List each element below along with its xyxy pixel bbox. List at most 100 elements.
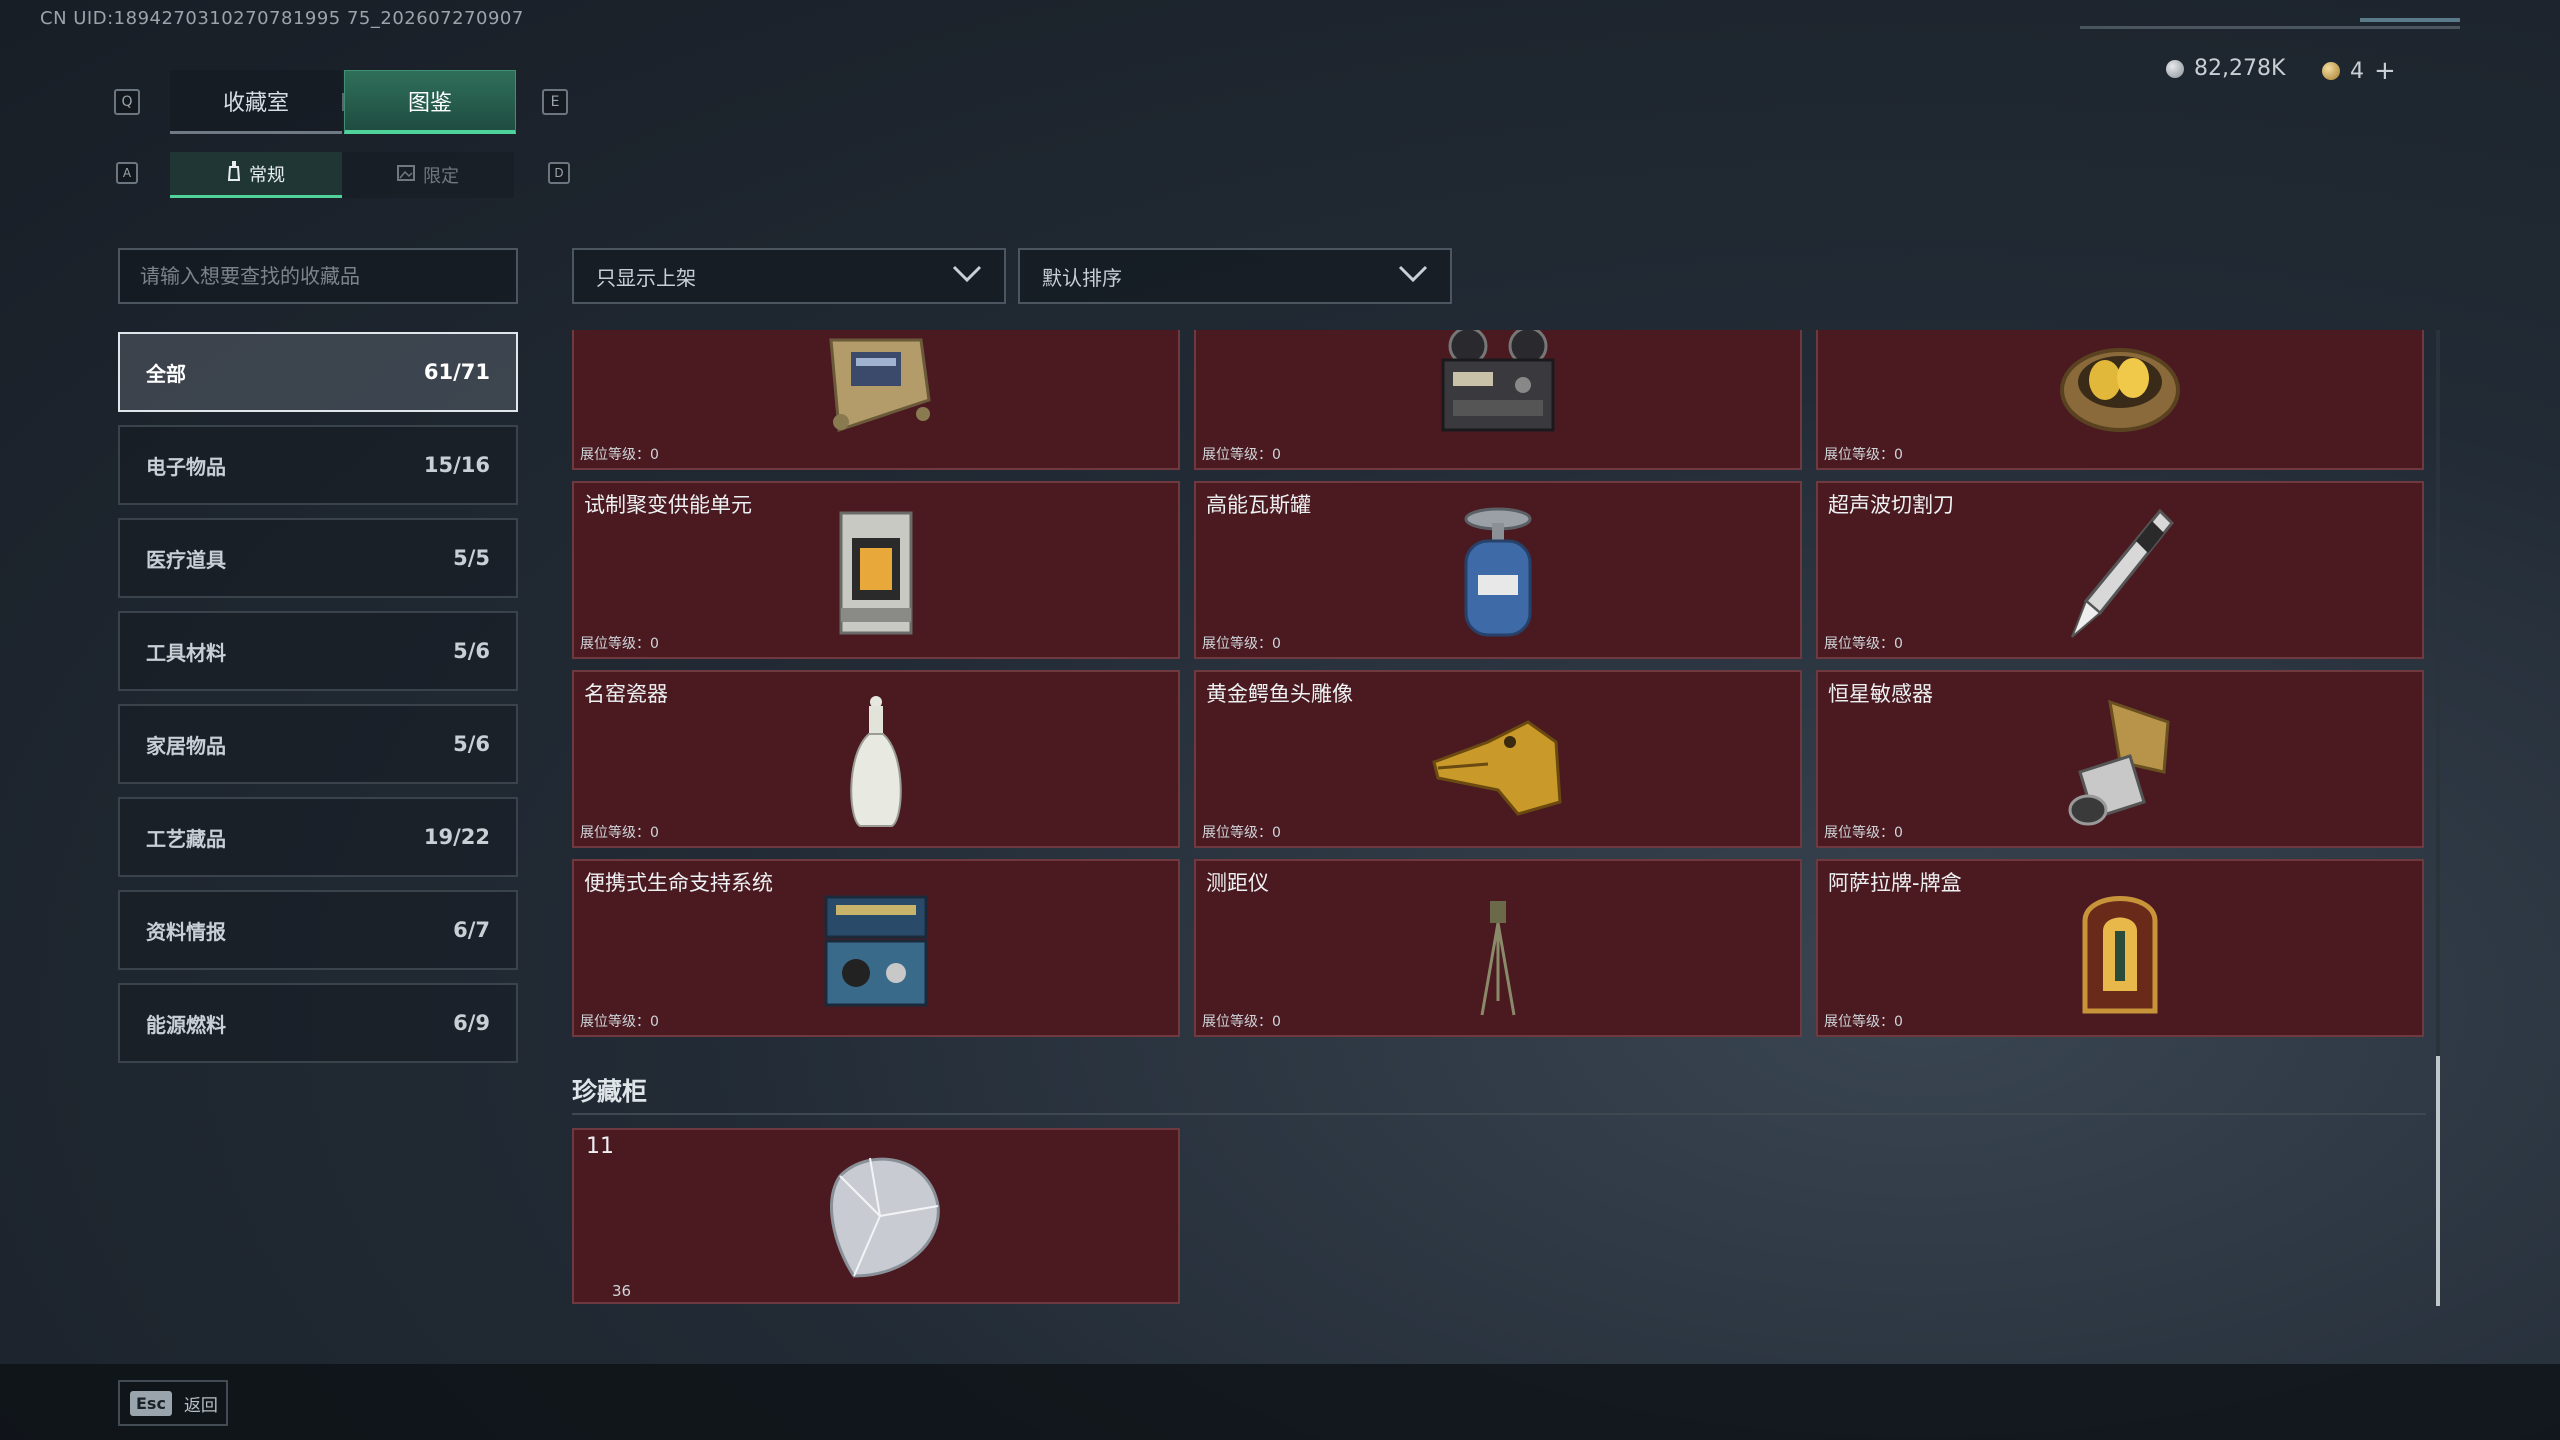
level-label: 展位等级：0 bbox=[1824, 1014, 1903, 1030]
scrollbar-thumb[interactable] bbox=[2436, 1056, 2440, 1306]
tab-collection-room[interactable]: 收藏室 bbox=[170, 70, 342, 134]
category-crafts[interactable]: 工艺藏品 19/22 bbox=[118, 797, 518, 877]
back-button[interactable]: Esc 返回 bbox=[118, 1380, 228, 1426]
category-tools[interactable]: 工具材料 5/6 bbox=[118, 611, 518, 691]
porcelain-vase-icon bbox=[850, 696, 902, 827]
category-label: 电子物品 bbox=[146, 454, 226, 479]
subtab-limited-label: 限定 bbox=[423, 166, 459, 187]
category-count: 6/7 bbox=[453, 918, 490, 942]
item-grid-area: 展位等级：0 展位等级：0 展位等级：0 试制聚变供能单元 展位等级：0 高能瓦… bbox=[572, 330, 2426, 1037]
category-count: 5/5 bbox=[453, 546, 490, 570]
item-card[interactable]: 测距仪 展位等级：0 bbox=[1194, 859, 1802, 1037]
category-count: 5/6 bbox=[453, 639, 490, 663]
image-icon bbox=[397, 164, 415, 186]
item-card[interactable]: 展位等级：0 bbox=[1194, 330, 1802, 470]
section-title-treasure: 珍藏柜 bbox=[572, 1077, 648, 1106]
item-name: 便携式生命支持系统 bbox=[584, 871, 773, 895]
item-card[interactable]: 试制聚变供能单元 展位等级：0 bbox=[572, 481, 1180, 659]
treasure-card[interactable]: 11 36 bbox=[572, 1128, 1180, 1304]
life-support-icon bbox=[824, 895, 928, 1007]
subtab-regular[interactable]: 常规 bbox=[170, 152, 342, 198]
category-intel[interactable]: 资料情报 6/7 bbox=[118, 890, 518, 970]
top-divider bbox=[2080, 26, 2460, 29]
item-name: 测距仪 bbox=[1206, 871, 1269, 895]
key-hint-a: A bbox=[116, 162, 138, 184]
esc-key: Esc bbox=[130, 1390, 172, 1416]
item-card[interactable]: 黄金鳄鱼头雕像 展位等级：0 bbox=[1194, 670, 1802, 848]
item-card[interactable]: 超声波切割刀 展位等级：0 bbox=[1816, 481, 2424, 659]
shelf-filter-value: 只显示上架 bbox=[596, 265, 696, 290]
bottle-icon bbox=[227, 161, 241, 186]
level-label: 展位等级：0 bbox=[1824, 825, 1903, 841]
category-count: 6/9 bbox=[453, 1011, 490, 1035]
rangefinder-icon bbox=[1480, 901, 1516, 1016]
category-count: 61/71 bbox=[423, 360, 490, 384]
sort-dropdown[interactable]: 默认排序 bbox=[1018, 248, 1452, 304]
item-grid: 展位等级：0 展位等级：0 展位等级：0 试制聚变供能单元 展位等级：0 高能瓦… bbox=[572, 330, 2426, 1037]
category-all[interactable]: 全部 61/71 bbox=[118, 332, 518, 412]
level-label: 展位等级：0 bbox=[580, 825, 659, 841]
item-name: 高能瓦斯罐 bbox=[1206, 493, 1311, 517]
gold-coin-icon bbox=[2322, 62, 2340, 80]
add-currency-button[interactable]: + bbox=[2374, 56, 2396, 86]
level-label: 展位等级：0 bbox=[1202, 447, 1281, 463]
item-name: 恒星敏感器 bbox=[1828, 682, 1933, 706]
item-card[interactable]: 阿萨拉牌-牌盒 展位等级：0 bbox=[1816, 859, 2424, 1037]
category-label: 工艺藏品 bbox=[146, 826, 226, 851]
level-label: 展位等级：0 bbox=[580, 636, 659, 652]
sub-tabs: 常规 限定 bbox=[170, 152, 514, 198]
subtab-limited[interactable]: 限定 bbox=[342, 152, 514, 198]
silver-amount: 82,278K bbox=[2194, 56, 2286, 81]
item-card[interactable]: 名窑瓷器 展位等级：0 bbox=[572, 670, 1180, 848]
category-household[interactable]: 家居物品 5/6 bbox=[118, 704, 518, 784]
category-label: 全部 bbox=[146, 361, 186, 386]
category-label: 家居物品 bbox=[146, 733, 226, 758]
main-tabs: 收藏室 图鉴 bbox=[170, 70, 516, 134]
item-name: 阿萨拉牌-牌盒 bbox=[1828, 871, 1962, 895]
fusion-unit-icon bbox=[839, 511, 913, 635]
category-label: 工具材料 bbox=[146, 640, 226, 665]
shelf-filter-dropdown[interactable]: 只显示上架 bbox=[572, 248, 1006, 304]
sort-value: 默认排序 bbox=[1042, 265, 1122, 290]
silver-coin-icon bbox=[2166, 59, 2184, 78]
tab-catalog[interactable]: 图鉴 bbox=[344, 70, 516, 134]
item-card[interactable]: 恒星敏感器 展位等级：0 bbox=[1816, 670, 2424, 848]
chevron-down-icon bbox=[1398, 264, 1428, 288]
chevron-down-icon bbox=[952, 264, 982, 288]
category-count: 15/16 bbox=[423, 453, 490, 477]
key-hint-d: D bbox=[548, 162, 570, 184]
item-name: 试制聚变供能单元 bbox=[584, 493, 752, 517]
reel-recorder-icon bbox=[1441, 330, 1555, 432]
uid-text: CN UID:1894270310270781995 75_2026072709… bbox=[40, 8, 524, 29]
level-label: 展位等级：0 bbox=[1824, 636, 1903, 652]
item-card[interactable]: 展位等级：0 bbox=[1816, 330, 2424, 470]
category-count: 19/22 bbox=[423, 825, 490, 849]
search-input[interactable] bbox=[118, 248, 518, 304]
key-hint-e: E bbox=[542, 89, 568, 115]
category-label: 能源燃料 bbox=[146, 1012, 226, 1037]
item-card[interactable]: 高能瓦斯罐 展位等级：0 bbox=[1194, 481, 1802, 659]
category-label: 医疗道具 bbox=[146, 547, 226, 572]
category-electronics[interactable]: 电子物品 15/16 bbox=[118, 425, 518, 505]
level-label: 展位等级：0 bbox=[580, 1014, 659, 1030]
level-label: 展位等级：0 bbox=[1202, 1014, 1281, 1030]
section-divider bbox=[572, 1113, 2426, 1115]
diamond-icon bbox=[830, 1157, 940, 1278]
ultrasonic-knife-icon bbox=[2071, 508, 2175, 638]
subtab-regular-label: 常规 bbox=[249, 164, 285, 186]
category-medical[interactable]: 医疗道具 5/5 bbox=[118, 518, 518, 598]
device-icon bbox=[829, 338, 931, 433]
back-label: 返回 bbox=[183, 1395, 218, 1416]
card-box-icon bbox=[2082, 896, 2158, 1014]
item-card[interactable]: 便携式生命支持系统 展位等级：0 bbox=[572, 859, 1180, 1037]
golden-crocodile-icon bbox=[1432, 720, 1562, 816]
silver-currency: 82,278K bbox=[2166, 56, 2285, 81]
gold-currency: 4 + bbox=[2322, 56, 2396, 86]
treasure-number: 11 bbox=[586, 1134, 614, 1159]
item-name: 黄金鳄鱼头雕像 bbox=[1206, 682, 1353, 706]
item-card[interactable]: 展位等级：0 bbox=[572, 330, 1180, 470]
bottom-bar bbox=[0, 1364, 2560, 1440]
category-label: 资料情报 bbox=[146, 919, 226, 944]
top-divider-accent bbox=[2360, 18, 2460, 22]
category-energy[interactable]: 能源燃料 6/9 bbox=[118, 983, 518, 1063]
